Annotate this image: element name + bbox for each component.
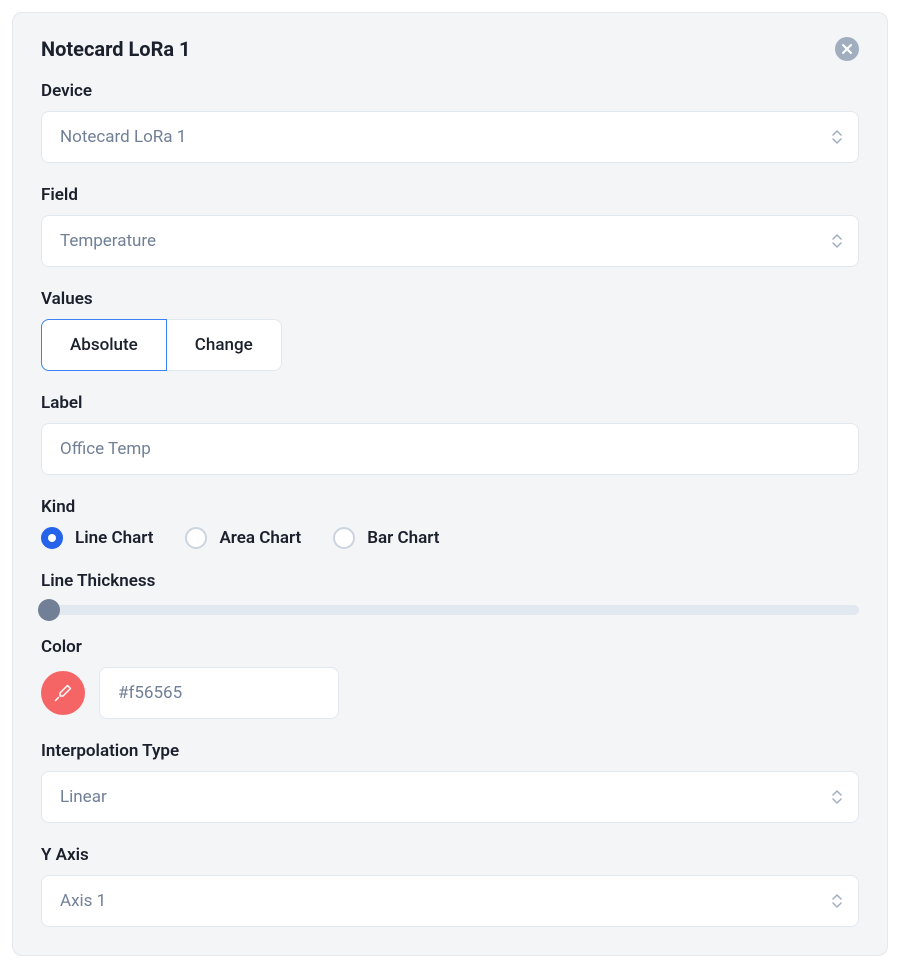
kind-option-area[interactable]: Area Chart: [185, 527, 301, 549]
chevron-updown-icon: [832, 894, 842, 908]
values-option-change[interactable]: Change: [167, 319, 282, 371]
color-picker-button[interactable]: [41, 671, 85, 715]
field-select-value: Temperature: [60, 231, 156, 251]
thickness-slider[interactable]: [41, 601, 859, 615]
color-input[interactable]: [99, 667, 339, 719]
radio-icon: [185, 527, 207, 549]
field-group: Field Temperature: [41, 185, 859, 267]
color-label: Color: [41, 637, 859, 657]
kind-option-line[interactable]: Line Chart: [41, 527, 153, 549]
values-option-absolute[interactable]: Absolute: [41, 319, 167, 371]
field-label: Field: [41, 185, 859, 205]
panel-title: Notecard LoRa 1: [41, 37, 191, 61]
thickness-group: Line Thickness: [41, 571, 859, 615]
slider-track: [41, 605, 859, 615]
values-group: Values Absolute Change: [41, 289, 859, 371]
kind-label: Kind: [41, 497, 859, 517]
config-panel: Notecard LoRa 1 Device Notecard LoRa 1 F…: [12, 12, 888, 956]
color-row: [41, 667, 859, 719]
device-label: Device: [41, 81, 859, 101]
eyedropper-icon: [54, 684, 72, 702]
interpolation-select[interactable]: Linear: [41, 771, 859, 823]
yaxis-select[interactable]: Axis 1: [41, 875, 859, 927]
radio-icon: [333, 527, 355, 549]
radio-icon: [41, 527, 63, 549]
yaxis-select-value: Axis 1: [60, 891, 106, 911]
yaxis-label: Y Axis: [41, 845, 859, 865]
kind-radio-row: Line Chart Area Chart Bar Chart: [41, 527, 859, 549]
kind-option-label: Bar Chart: [367, 528, 439, 548]
panel-header: Notecard LoRa 1: [41, 37, 859, 61]
values-label: Values: [41, 289, 859, 309]
interpolation-label: Interpolation Type: [41, 741, 859, 761]
close-button[interactable]: [835, 37, 859, 61]
kind-group: Kind Line Chart Area Chart Bar Chart: [41, 497, 859, 549]
color-group: Color: [41, 637, 859, 719]
kind-option-bar[interactable]: Bar Chart: [333, 527, 439, 549]
yaxis-group: Y Axis Axis 1: [41, 845, 859, 927]
device-group: Device Notecard LoRa 1: [41, 81, 859, 163]
slider-thumb[interactable]: [38, 599, 60, 621]
close-icon: [841, 43, 853, 55]
label-group: Label: [41, 393, 859, 475]
thickness-label: Line Thickness: [41, 571, 859, 591]
label-input[interactable]: [41, 423, 859, 475]
interpolation-select-value: Linear: [60, 787, 107, 807]
interpolation-group: Interpolation Type Linear: [41, 741, 859, 823]
device-select-value: Notecard LoRa 1: [60, 127, 186, 147]
chevron-updown-icon: [832, 234, 842, 248]
chevron-updown-icon: [832, 790, 842, 804]
values-segmented: Absolute Change: [41, 319, 859, 371]
device-select[interactable]: Notecard LoRa 1: [41, 111, 859, 163]
label-label: Label: [41, 393, 859, 413]
chevron-updown-icon: [832, 130, 842, 144]
kind-option-label: Area Chart: [219, 528, 301, 548]
field-select[interactable]: Temperature: [41, 215, 859, 267]
kind-option-label: Line Chart: [75, 528, 153, 548]
